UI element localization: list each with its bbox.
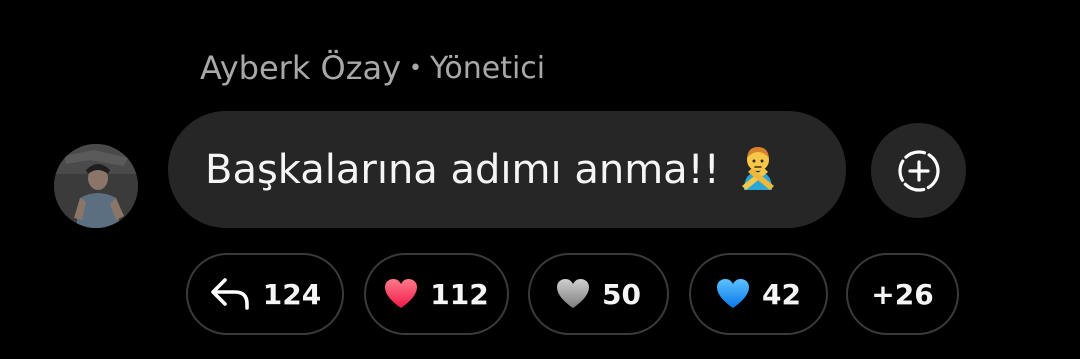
message-bubble[interactable]: Başkalarına adımı anma!! bbox=[168, 111, 846, 228]
reaction-chip-blue-heart[interactable]: 42 bbox=[689, 253, 828, 335]
message-view: Ayberk Özay • Yönetici Başkalarına adımı… bbox=[0, 0, 1080, 359]
add-reaction-button[interactable] bbox=[871, 123, 966, 218]
grey-heart-icon bbox=[556, 278, 590, 310]
red-heart-count: 112 bbox=[430, 277, 489, 311]
sender-role: Yönetici bbox=[430, 50, 546, 86]
person-gesturing-no-emoji bbox=[734, 142, 782, 190]
reply-icon bbox=[209, 276, 251, 312]
reaction-chip-grey-heart[interactable]: 50 bbox=[528, 253, 669, 335]
blue-heart-icon bbox=[716, 278, 750, 310]
sender-header: Ayberk Özay • Yönetici bbox=[200, 46, 545, 90]
avatar[interactable] bbox=[54, 144, 138, 228]
grey-heart-count: 50 bbox=[602, 277, 641, 311]
message-text: Başkalarına adımı anma!! bbox=[205, 146, 720, 193]
sender-name[interactable]: Ayberk Özay bbox=[200, 49, 401, 87]
reaction-chip-red-heart[interactable]: 112 bbox=[364, 253, 509, 335]
blue-heart-count: 42 bbox=[762, 277, 801, 311]
separator-dot: • bbox=[409, 55, 423, 81]
more-reactions-count: +26 bbox=[871, 277, 934, 311]
red-heart-icon bbox=[384, 278, 418, 310]
avatar-photo bbox=[54, 144, 138, 228]
reply-chip[interactable]: 124 bbox=[186, 253, 344, 335]
add-reaction-icon bbox=[897, 149, 940, 192]
reply-count: 124 bbox=[262, 277, 322, 311]
more-reactions-chip[interactable]: +26 bbox=[846, 253, 959, 335]
